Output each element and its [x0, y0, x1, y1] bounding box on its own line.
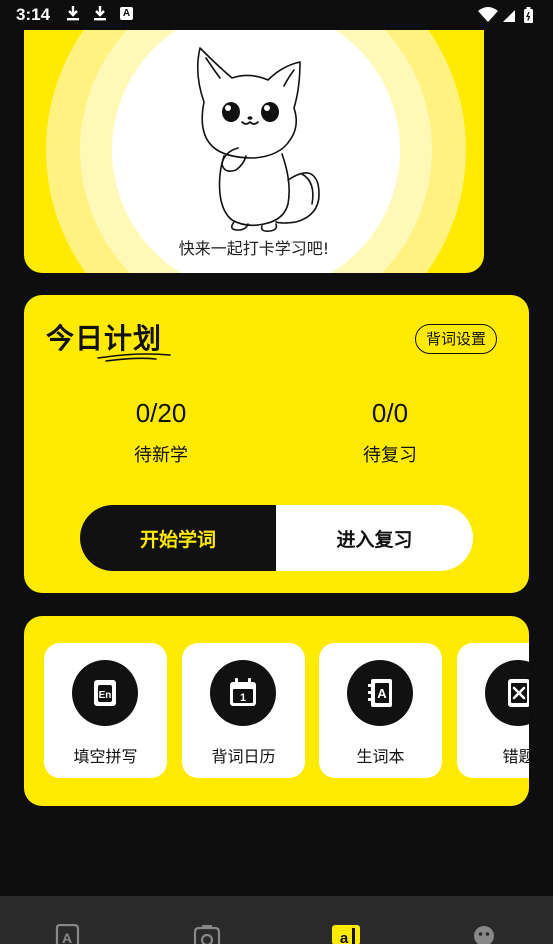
svg-text:a: a	[340, 930, 349, 944]
camera-icon[interactable]	[193, 924, 221, 944]
tool-calendar[interactable]: 1 背词日历	[182, 643, 305, 778]
banner-caption: 快来一起打卡学习吧!	[178, 239, 330, 258]
review-words-stat: 0/0 待复习	[310, 398, 470, 467]
svg-text:En: En	[99, 690, 112, 701]
today-plan-card: 今日计划 背词设置 0/20 待新学 0/0 待复习 开始学词 进入复习	[24, 295, 529, 593]
svg-text:A: A	[377, 686, 387, 701]
review-words-label: 待复习	[363, 445, 417, 466]
tool-notebook[interactable]: A 生词本	[319, 643, 442, 778]
battery-icon	[524, 7, 533, 23]
signal-icon	[503, 10, 515, 22]
en-card-icon: En	[72, 660, 138, 726]
tool-label: 填空拼写	[73, 747, 138, 766]
word-settings-button[interactable]: 背词设置	[415, 324, 498, 354]
new-words-label: 待新学	[134, 445, 188, 466]
svg-text:A: A	[62, 930, 72, 944]
start-learning-button[interactable]: 开始学词	[80, 505, 276, 571]
tool-label: 错题	[502, 747, 529, 766]
status-bar: 3:14 A	[0, 0, 553, 30]
review-words-count: 0/0	[371, 398, 409, 428]
cat-illustration	[196, 47, 320, 232]
tool-spelling[interactable]: En 填空拼写	[44, 643, 167, 778]
download-icon	[93, 5, 107, 25]
bottom-tab-bar: A a	[0, 896, 553, 944]
profile-icon[interactable]	[471, 924, 497, 944]
welcome-banner: 快来一起打卡学习吧!	[24, 30, 484, 273]
tool-wrong-questions[interactable]: 错题	[457, 643, 529, 778]
calendar-icon: 1	[210, 660, 276, 726]
tools-card: En 填空拼写 1 背词日历 A 生词本 错题	[24, 616, 529, 806]
wrong-question-icon	[485, 660, 529, 726]
svg-text:1: 1	[240, 692, 246, 704]
system-icons	[477, 6, 535, 28]
wifi-icon	[478, 7, 498, 22]
study-actions: 开始学词 进入复习	[80, 505, 473, 571]
enter-review-button[interactable]: 进入复习	[276, 505, 473, 571]
a-icon: A	[120, 7, 133, 20]
text-icon[interactable]: A	[54, 923, 82, 944]
status-time: 3:14	[16, 5, 51, 24]
download-icon	[66, 5, 80, 25]
title-underline	[97, 353, 171, 362]
new-words-count: 0/20	[135, 398, 187, 428]
new-words-stat: 0/20 待新学	[81, 398, 241, 467]
tool-label: 背词日历	[211, 747, 276, 766]
notebook-icon: A	[347, 660, 413, 726]
word-icon[interactable]: a	[331, 924, 361, 944]
tool-label: 生词本	[356, 747, 405, 766]
